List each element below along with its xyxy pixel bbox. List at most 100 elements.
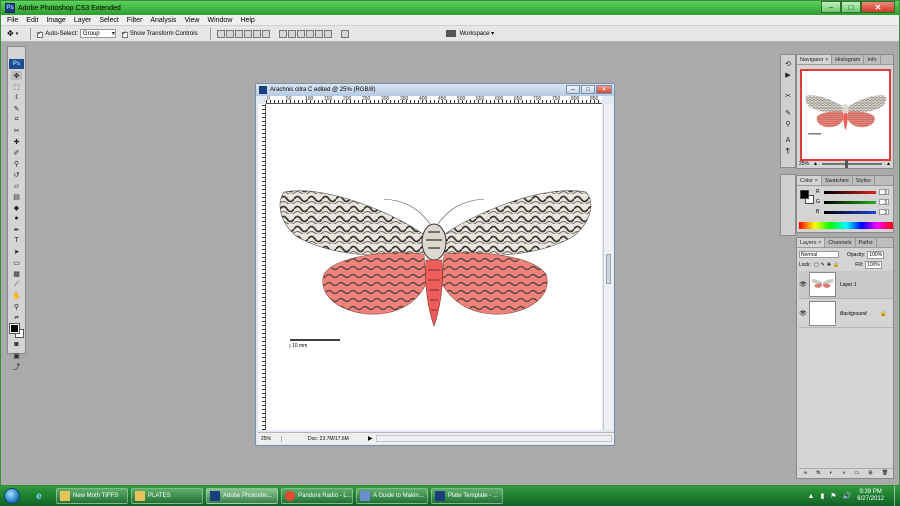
align-vcenter-icon[interactable] xyxy=(225,29,234,38)
doc-zoom-level[interactable]: 25% xyxy=(258,435,282,442)
blur-tool-icon[interactable]: ◆ xyxy=(11,203,22,212)
start-button[interactable] xyxy=(4,488,20,504)
opacity-value[interactable]: 100% xyxy=(867,250,885,259)
network-icon[interactable]: ▮ xyxy=(820,492,824,500)
doc-maximize-button[interactable]: □ xyxy=(581,85,595,94)
show-desktop-button[interactable] xyxy=(894,486,900,506)
distribute-bottom-icon[interactable] xyxy=(296,29,305,38)
menu-edit[interactable]: Edit xyxy=(26,17,38,24)
status-menu-arrow-icon[interactable]: ▶ xyxy=(368,435,374,442)
move-tool-icon[interactable]: ✥ xyxy=(11,71,22,80)
pen-tool-icon[interactable]: ✒ xyxy=(11,225,22,234)
title-bar[interactable]: Ps Adobe Photoshop CS3 Extended – □ ✕ xyxy=(1,1,899,15)
link-layers-icon[interactable]: ∞ xyxy=(804,470,808,476)
path-select-tool-icon[interactable]: ➤ xyxy=(11,247,22,256)
menu-image[interactable]: Image xyxy=(46,17,65,24)
slice-tool-icon[interactable]: ✂ xyxy=(11,126,22,135)
tab-styles[interactable]: Styles xyxy=(853,176,875,185)
clone-source-icon[interactable]: ⚲ xyxy=(783,119,794,128)
align-hcenter-icon[interactable] xyxy=(252,29,261,38)
paragraph-panel-icon[interactable]: ¶ xyxy=(783,147,794,156)
color-swatches[interactable] xyxy=(8,323,24,338)
distribute-right-icon[interactable] xyxy=(323,29,332,38)
tab-paths[interactable]: Paths xyxy=(856,238,877,247)
edit-in-imageready-icon[interactable]: ⤴ xyxy=(11,362,22,371)
menu-file[interactable]: File xyxy=(7,17,18,24)
layer-mask-icon[interactable]: ◐ xyxy=(830,470,833,476)
internet-explorer-icon[interactable]: e xyxy=(28,488,50,504)
align-right-icon[interactable] xyxy=(261,29,270,38)
green-value[interactable]: 3 xyxy=(879,199,889,206)
menu-analysis[interactable]: Analysis xyxy=(150,17,176,24)
dodge-tool-icon[interactable]: ● xyxy=(11,214,22,223)
taskbar-item-4[interactable]: A Guide to Makin... xyxy=(356,488,428,504)
distribute-left-icon[interactable] xyxy=(305,29,314,38)
tab-swatches[interactable]: Swatches xyxy=(822,176,853,185)
auto-select-dropdown[interactable]: Group ▾ xyxy=(79,29,116,38)
layer-row-background[interactable]: 👁 Background 🔒 xyxy=(799,300,893,328)
doc-close-button[interactable]: ✕ xyxy=(596,85,612,94)
clock[interactable]: 9:39 PM 6/27/2012 xyxy=(857,489,884,503)
align-left-icon[interactable] xyxy=(243,29,252,38)
blue-value[interactable]: 3 xyxy=(879,209,889,216)
new-layer-icon[interactable]: ⊞ xyxy=(868,470,872,476)
menu-select[interactable]: Select xyxy=(99,17,118,24)
menu-filter[interactable]: Filter xyxy=(127,17,143,24)
document-title-bar[interactable]: Arachnis citra C edited @ 25% (RGB/8) – … xyxy=(256,84,614,96)
vertical-scrollbar[interactable] xyxy=(603,104,613,430)
tab-color[interactable]: Color × xyxy=(797,176,822,185)
show-transform-checkbox[interactable] xyxy=(121,30,128,38)
tray-arrow-icon[interactable]: ▲ xyxy=(808,493,815,500)
quick-mask-icon[interactable]: ◙ xyxy=(11,340,22,349)
maximize-button[interactable]: □ xyxy=(841,1,861,13)
zoom-in-icon[interactable]: ▲ xyxy=(886,161,891,167)
distribute-hcenter-icon[interactable] xyxy=(314,29,323,38)
healing-tool-icon[interactable]: ✚ xyxy=(11,137,22,146)
vertical-ruler[interactable] xyxy=(258,104,266,430)
crop-tool-icon[interactable]: ⌗ xyxy=(11,115,22,124)
navigator-zoom-value[interactable]: 25% xyxy=(799,161,809,167)
eye-icon[interactable]: 👁 xyxy=(799,310,807,317)
brushes-panel-icon[interactable]: ✎ xyxy=(783,108,794,117)
align-top-icon[interactable] xyxy=(216,29,225,38)
lasso-tool-icon[interactable]: ℓ xyxy=(11,93,22,102)
workspace-switcher[interactable]: Workspace ▾ xyxy=(445,30,494,37)
menu-help[interactable]: Help xyxy=(240,17,254,24)
gradient-tool-icon[interactable]: ▤ xyxy=(11,192,22,201)
new-group-icon[interactable]: ▭ xyxy=(854,470,859,476)
history-panel-icon[interactable]: ⟲ xyxy=(783,59,794,68)
menu-window[interactable]: Window xyxy=(207,17,232,24)
fill-value[interactable]: 100% xyxy=(865,261,882,269)
red-value[interactable]: 3 xyxy=(879,189,889,196)
auto-select-checkbox[interactable] xyxy=(37,30,44,38)
layer-style-icon[interactable]: fx xyxy=(817,470,821,476)
character-panel-icon[interactable]: A xyxy=(783,136,794,145)
eyedropper-tool-icon[interactable]: ⟋ xyxy=(11,280,22,289)
blend-mode-dropdown[interactable]: Normal xyxy=(799,251,839,258)
minimize-button[interactable]: – xyxy=(821,1,841,13)
adjustment-layer-icon[interactable]: ◑ xyxy=(842,470,845,476)
screen-mode-icon[interactable]: ▣ xyxy=(11,351,22,360)
taskbar-item-0[interactable]: New Moth TIFFS xyxy=(56,488,128,504)
doc-minimize-button[interactable]: – xyxy=(566,85,580,94)
layer-row-layer-1[interactable]: 👁 Layer 1 xyxy=(799,271,893,299)
tab-layers[interactable]: Layers × xyxy=(797,238,826,247)
tab-navigator[interactable]: Navigator × xyxy=(797,55,833,64)
align-bottom-icon[interactable] xyxy=(234,29,243,38)
scrollbar-thumb[interactable] xyxy=(606,254,611,284)
quick-select-tool-icon[interactable]: ✎ xyxy=(11,104,22,113)
horizontal-ruler[interactable]: 0 50 100 150 200 250 300 350 400 450 500 550 600 650 7… xyxy=(266,96,602,104)
taskbar-item-1[interactable]: PLATES xyxy=(131,488,203,504)
distribute-top-icon[interactable] xyxy=(278,29,287,38)
swap-colors-icon[interactable]: ⇄ xyxy=(11,313,22,322)
shape-tool-icon[interactable]: ▭ xyxy=(11,258,22,267)
hand-tool-icon[interactable]: ✋ xyxy=(11,291,22,300)
marquee-tool-icon[interactable]: ⬚ xyxy=(11,82,22,91)
red-slider[interactable] xyxy=(824,190,876,194)
eraser-tool-icon[interactable]: ▱ xyxy=(11,181,22,190)
taskbar-item-2[interactable]: Adobe Photosho... xyxy=(206,488,278,504)
color-foreground-swatch[interactable] xyxy=(800,190,809,199)
slider-handle[interactable] xyxy=(844,159,848,168)
zoom-tool-icon[interactable]: ⚲ xyxy=(11,302,22,311)
clone-stamp-tool-icon[interactable]: ⚲ xyxy=(11,159,22,168)
